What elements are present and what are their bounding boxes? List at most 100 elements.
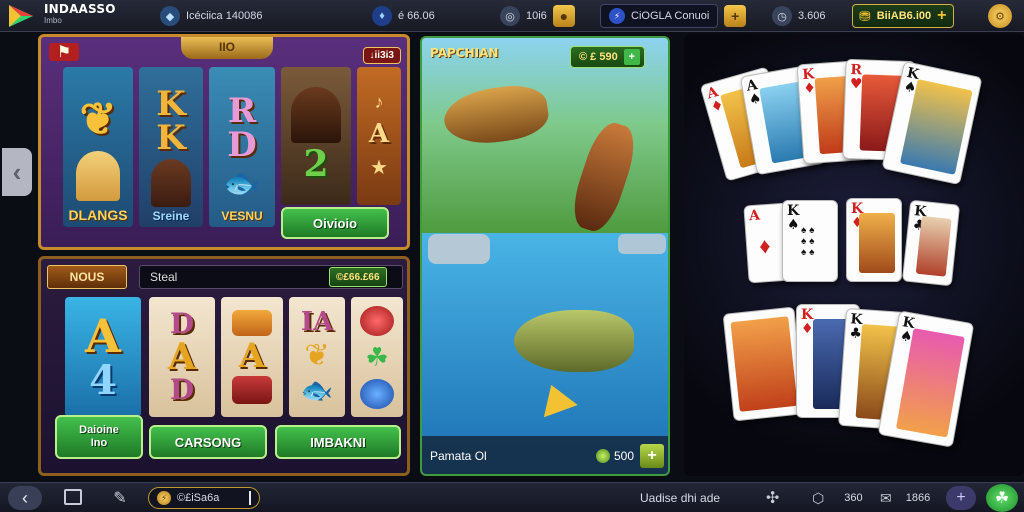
lightning-icon: ⚡ <box>609 8 625 24</box>
coin-button-icon[interactable]: ● <box>552 5 575 27</box>
left-button-line1: Daioine <box>79 424 119 436</box>
settings-coin-icon[interactable]: ⚙ <box>988 4 1012 28</box>
fishing-game-panel[interactable]: PAPCHIAN © £ 590 + Pamata Ol 500 + <box>420 36 670 476</box>
clock-icon: ◷ <box>772 6 792 26</box>
fish-footer-add-button[interactable]: + <box>640 444 664 468</box>
fish-footer-label: Pamata Ol <box>430 449 487 463</box>
card-7[interactable]: K ♠ ♠ ♠ ♠ ♠ ♠ ♠ <box>782 200 838 282</box>
balance-area[interactable]: ⛃ BiiAB6.i00 + <box>852 4 954 28</box>
card-7-pips-icon: ♠ ♠ ♠ ♠ ♠ ♠ <box>801 225 815 258</box>
stat-tickets[interactable]: ◆ Icéciica 140086 <box>160 5 262 27</box>
big-bass-icon <box>514 310 634 372</box>
red-gem-icon <box>360 305 394 336</box>
slot-bottom-right-button[interactable]: IMBAKNI <box>275 425 401 459</box>
portrait-woman-icon <box>291 87 341 143</box>
reel-b1: A 4 <box>65 297 141 417</box>
edit-icon[interactable]: ✎ <box>108 487 132 509</box>
stat-tickets-value: Icéciica 140086 <box>186 10 263 22</box>
reel-3: R D 🐟 <box>209 67 275 227</box>
stat-energy[interactable]: ◎ 10i6 ● <box>500 5 575 27</box>
mail-stat-value: 1866 <box>905 492 931 504</box>
stat-clock-value: 3.606 <box>798 10 826 22</box>
card-11-rank-icon: K ♦ <box>801 307 814 337</box>
reel-1: ❦ <box>63 67 133 227</box>
slot-bottom-field-text: Steal <box>150 270 178 284</box>
reel1-label: DLANGS <box>68 207 128 223</box>
gem-icon: ♦ <box>372 6 392 26</box>
bottom-counter[interactable]: ⚡ ©£iSa6a <box>148 487 261 509</box>
controls-value: CiOGLA Conuoi <box>631 10 710 22</box>
slot-bottom-left-button[interactable]: Daioine Ino <box>55 415 143 459</box>
reel-b2: D A D <box>149 297 215 417</box>
green-leaf-icon: ☘ <box>365 341 389 372</box>
fish-symbol-icon: 🐟 <box>223 166 261 200</box>
window-icon[interactable] <box>64 489 82 505</box>
back-arrow-icon[interactable]: ‹ <box>8 486 42 510</box>
shield-icon: ⬡ <box>812 489 825 506</box>
card-9[interactable]: K ♣ <box>901 199 961 287</box>
reel-4: 2 <box>281 67 351 205</box>
scroll-left-button[interactable]: ‹ <box>2 148 32 196</box>
stat-gems[interactable]: ♦ é 66.06 <box>372 5 435 27</box>
shield-stat[interactable]: ⬡ 360 <box>812 487 863 509</box>
card-10-art <box>730 316 798 412</box>
add-coins-button[interactable]: + <box>623 49 640 65</box>
stat-clock[interactable]: ◷ 3.606 <box>772 5 826 27</box>
reel-b5: ☘ <box>351 297 403 417</box>
brand: INDAASSO Imbo <box>44 3 116 27</box>
flag-icon[interactable]: ⚑ <box>49 43 79 61</box>
treasure-chest-icon <box>232 310 272 336</box>
add-balance-button[interactable]: + <box>937 7 946 25</box>
card-6-pip-icon: ♦ <box>758 232 772 259</box>
balance-pill[interactable]: ⛃ BiiAB6.i00 + <box>852 4 954 28</box>
card-6-rank-icon: A <box>748 207 761 225</box>
stat-gems-value: é 66.06 <box>398 10 435 22</box>
cards-table[interactable]: A ♦ A ♠ K ♦ R ♥ K ♠ A ♦ K ♠ ♠ ♠ ♠ ♠ ♠ ♠ K ♦ K ♣ K ♦ <box>684 34 1024 476</box>
card-10[interactable] <box>722 306 806 422</box>
reel3-label: VESNU <box>221 209 263 223</box>
brand-title: INDAASSO <box>44 2 116 16</box>
reel-b4: IA ❦ 🐟 <box>289 297 345 417</box>
slot-top-play-button[interactable]: Oivioio <box>281 207 389 239</box>
card-8[interactable]: K ♦ <box>846 198 902 282</box>
reel2-label: Sreine <box>152 209 190 223</box>
add-controls-button[interactable]: + <box>724 5 747 27</box>
stat-energy-value: 10i6 <box>526 10 547 22</box>
slot-machine-top[interactable]: IIO ⚑ ↓ii3i3 ❦ K K R D 🐟 2 ♪ A ★ DLANGS … <box>38 34 410 250</box>
symbol-bell-icon: ♪ <box>374 92 384 112</box>
left-button-line2: Ino <box>90 437 108 449</box>
sunken-car-2-icon <box>618 234 666 254</box>
fish-game-title: PAPCHIAN <box>430 46 499 60</box>
fish-coin-icon <box>595 449 610 463</box>
reel-5: ♪ A ★ <box>357 67 401 205</box>
slot-bottom-mid-button[interactable]: CARSONG <box>149 425 267 459</box>
clover-button-icon[interactable]: ☘ <box>986 484 1018 512</box>
slot-bottom-counter: ©£66.£66 <box>329 267 387 287</box>
shield-stat-value: 360 <box>844 492 863 504</box>
slot-machine-bottom[interactable]: NOUS Steal ©£66.£66 A 4 D A D A IA ❦ 🐟 ☘… <box>38 256 410 476</box>
play-logo-icon[interactable] <box>2 2 40 30</box>
symbol-star-icon: ★ <box>370 157 388 179</box>
balance-value: BiiAB6.i00 <box>876 10 932 22</box>
gold-ornament-icon: ❦ <box>304 339 330 372</box>
top-bar: INDAASSO Imbo ◆ Icéciica 140086 ♦ é 66.0… <box>0 0 1024 32</box>
stat-controls[interactable]: ⚡ CiOGLA Conuoi + <box>600 4 747 28</box>
crosshair-icon[interactable]: ✣ <box>766 487 779 509</box>
card-9-art <box>915 215 952 277</box>
ticket-icon: ◆ <box>160 6 180 26</box>
bottom-counter-value: ©£iSa6a <box>177 492 220 504</box>
portrait-blonde-icon <box>76 150 120 201</box>
brand-subtitle: Imbo <box>44 16 62 25</box>
card-7-rank-icon: K ♠ <box>787 203 800 233</box>
reel-2: K K <box>139 67 203 227</box>
slot-top-corner: ↓ii3i3 <box>362 47 401 64</box>
green-fish-icon: 🐟 <box>300 375 334 405</box>
fish-coins-pill[interactable]: © £ 590 + <box>570 46 645 68</box>
red-chest-icon <box>232 376 272 404</box>
blue-gem-icon <box>360 378 394 409</box>
fish-footer-value: 500 <box>613 449 634 463</box>
controls-pill[interactable]: ⚡ CiOGLA Conuoi <box>600 4 719 28</box>
symbol-gold-ornament-icon: ❦ <box>79 93 117 145</box>
mail-stat[interactable]: ✉ 1866 <box>880 487 930 509</box>
add-purple-button[interactable]: + <box>946 486 976 510</box>
